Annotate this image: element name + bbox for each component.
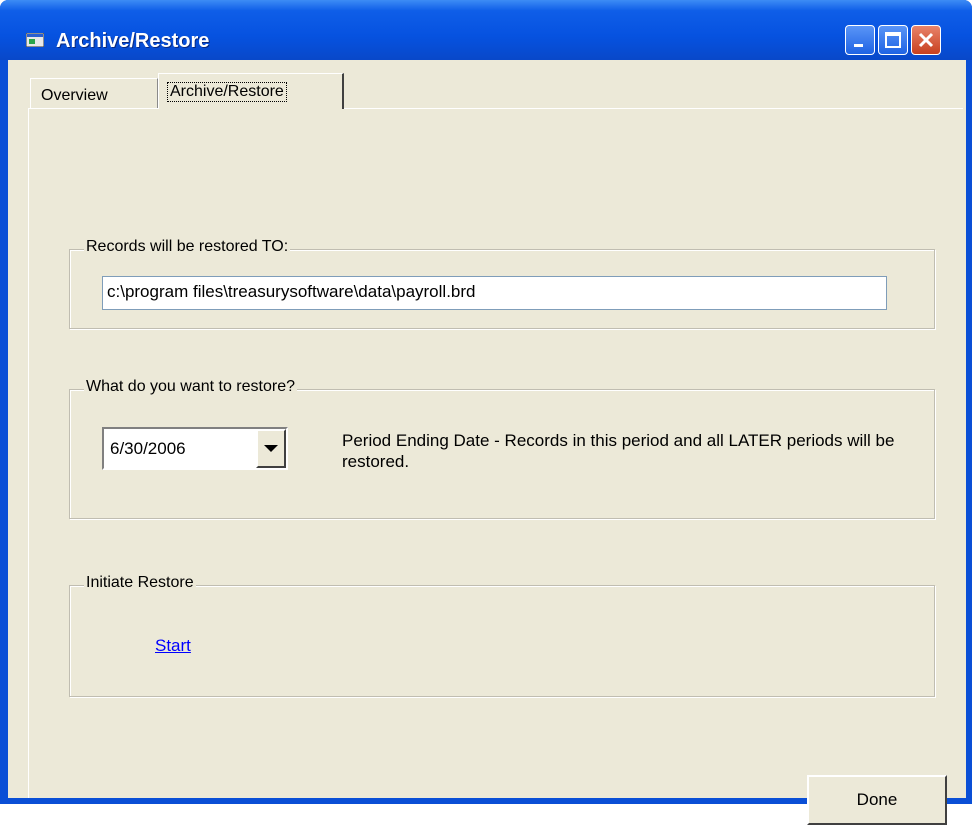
app-window-icon (26, 33, 44, 47)
restore-to-group: Records will be restored TO: c:\program … (69, 238, 935, 329)
tab-overview[interactable]: Overview (30, 78, 158, 109)
close-icon (918, 32, 934, 48)
maximize-icon (885, 32, 901, 48)
initiate-restore-legend: Initiate Restore (84, 574, 196, 592)
period-description: Period Ending Date - Records in this per… (342, 431, 895, 471)
period-date-dropdown[interactable]: 6/30/2006 (102, 427, 288, 470)
tab-panel: Records will be restored TO: c:\program … (28, 108, 963, 825)
dialog-client-area: Overview Archive/Restore Records will be… (8, 60, 966, 825)
start-link[interactable]: Start (155, 636, 191, 656)
tab-overview-label: Overview (41, 87, 108, 104)
restore-path-field[interactable]: c:\program files\treasurysoftware\data\p… (102, 276, 887, 310)
window-title: Archive/Restore (56, 30, 210, 52)
done-button[interactable]: Done (807, 775, 947, 825)
dropdown-button[interactable] (256, 429, 286, 468)
tab-archive-restore-label: Archive/Restore (167, 82, 287, 102)
tab-archive-restore[interactable]: Archive/Restore (158, 73, 344, 109)
maximize-button[interactable] (878, 25, 908, 55)
title-bar[interactable]: Archive/Restore (0, 0, 972, 60)
initiate-restore-group: Initiate Restore Start (69, 574, 935, 697)
minimize-button[interactable] (845, 25, 875, 55)
restore-to-legend: Records will be restored TO: (84, 238, 291, 256)
chevron-down-icon (264, 445, 278, 452)
what-to-restore-group: What do you want to restore? 6/30/2006 P… (69, 378, 935, 519)
close-button[interactable] (911, 25, 941, 55)
what-to-restore-legend: What do you want to restore? (84, 378, 297, 396)
archive-restore-window: Archive/Restore Overview Archive/Restore… (0, 0, 972, 825)
period-date-value: 6/30/2006 (110, 439, 186, 458)
minimize-icon (854, 44, 863, 47)
